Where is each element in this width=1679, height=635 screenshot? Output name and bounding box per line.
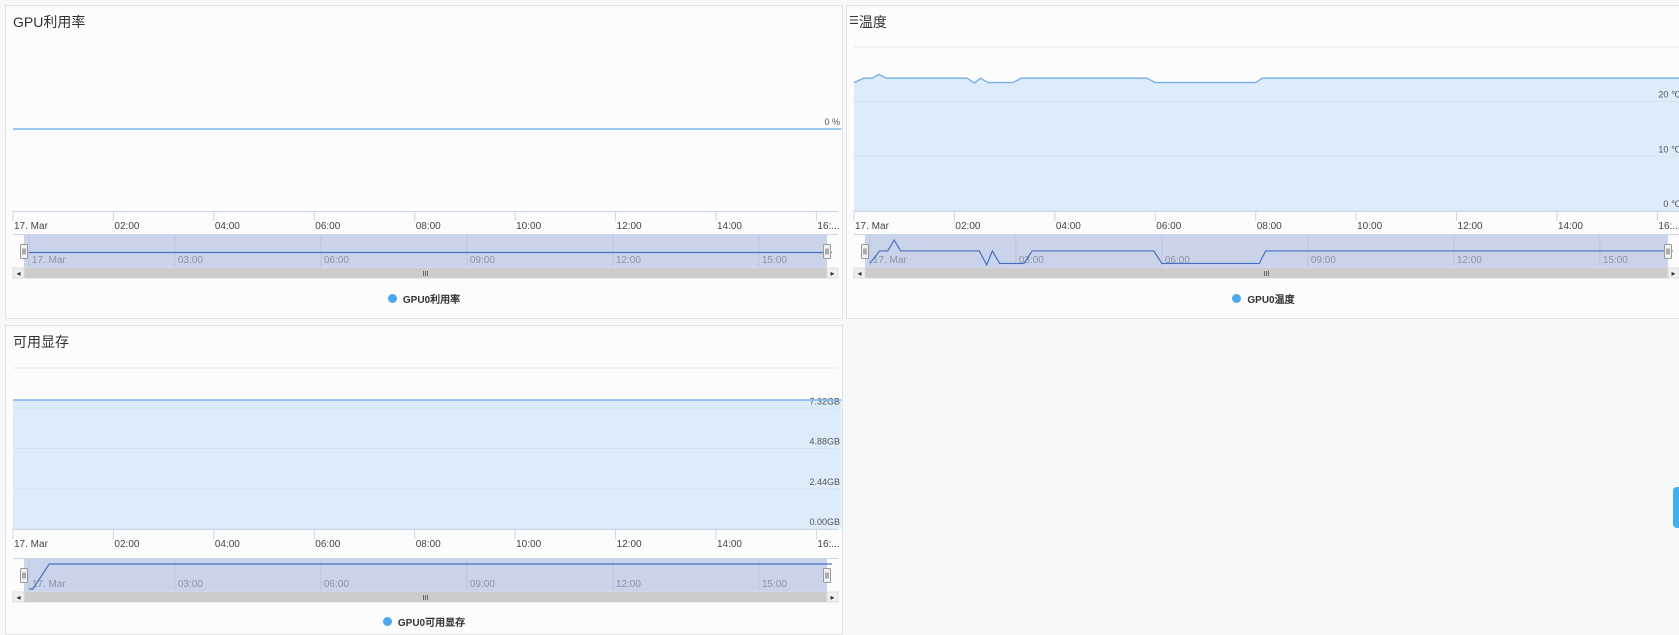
navigator-right-handle[interactable] bbox=[823, 244, 831, 259]
x-tick-label: 06:00 bbox=[315, 539, 340, 550]
y-tick-label: 7.32GB bbox=[809, 396, 840, 406]
navigator-tick-label: 12:00 bbox=[1457, 255, 1482, 266]
navigator-tick-label: 06:00 bbox=[324, 255, 349, 266]
y-tick-label: 0 % bbox=[824, 117, 840, 127]
navigator-tick-label: 17. Mar bbox=[873, 255, 908, 266]
y-tick-label: 4.88GB bbox=[809, 437, 840, 447]
navigator-tick-label: 09:00 bbox=[1311, 255, 1336, 266]
legend-item[interactable]: GPU0温度 bbox=[847, 291, 1679, 306]
navigator-tick-label: 15:00 bbox=[1603, 255, 1628, 266]
navigator-tick-label: 12:00 bbox=[616, 255, 641, 266]
navigator-tick-label: 15:00 bbox=[762, 255, 787, 266]
legend-item[interactable]: GPU0利用率 bbox=[6, 291, 842, 306]
navigator-left-handle[interactable] bbox=[20, 568, 28, 583]
navigator-tick-label: 09:00 bbox=[470, 579, 495, 590]
legend-label: GPU0可用显存 bbox=[397, 618, 466, 629]
x-tick-label: 04:00 bbox=[215, 539, 240, 550]
navigator-left-handle[interactable] bbox=[861, 244, 869, 259]
navigator-right-handle[interactable] bbox=[1664, 244, 1672, 259]
scroll-left-arrow-icon: ◂ bbox=[16, 593, 20, 602]
legend-item[interactable]: GPU0可用显存 bbox=[6, 614, 842, 629]
x-tick-label: 08:00 bbox=[1257, 221, 1282, 232]
x-tick-label: 06:00 bbox=[1156, 221, 1181, 232]
y-tick-label: 10 ℃ bbox=[1658, 144, 1679, 154]
x-tick-label: 14:00 bbox=[717, 539, 742, 550]
legend-dot bbox=[382, 617, 392, 626]
x-tick-label: 16:... bbox=[817, 539, 839, 550]
temperature-panel: ☰温度 0 ℃10 ℃20 ℃17. Mar02:0004:0006:0008:… bbox=[846, 5, 1679, 319]
navigator-left-handle[interactable] bbox=[20, 244, 28, 259]
navigator-tick-label: 03:00 bbox=[178, 255, 203, 266]
x-tick-label: 04:00 bbox=[215, 221, 240, 232]
scroll-right-arrow-icon: ▸ bbox=[1671, 269, 1675, 278]
navigator-tick-label: 03:00 bbox=[1019, 255, 1044, 266]
x-tick-label: 08:00 bbox=[416, 539, 441, 550]
y-tick-label: 0 ℃ bbox=[1663, 199, 1679, 209]
scroll-right-arrow-icon: ▸ bbox=[830, 593, 834, 602]
y-tick-label: 0.00GB bbox=[809, 517, 840, 527]
navigator-tick-label: 15:00 bbox=[762, 579, 787, 590]
x-tick-label: 02:00 bbox=[955, 221, 980, 232]
gpu-utilization-panel: GPU利用率 0 % 17. Mar 02:00 04:00 06:00 08:00 10:… bbox=[5, 5, 843, 319]
series-area bbox=[854, 74, 1679, 211]
x-tick-label: 12:00 bbox=[1458, 221, 1483, 232]
scrollbar-grip-icon: III bbox=[1264, 271, 1270, 278]
x-tick-label: 12:00 bbox=[617, 539, 642, 550]
navigator-tick-label: 17. Mar bbox=[32, 579, 67, 590]
scroll-right-arrow-icon: ▸ bbox=[830, 269, 834, 278]
x-tick-label: 12:00 bbox=[617, 221, 642, 232]
x-tick-label: 10:00 bbox=[1357, 221, 1382, 232]
x-tick-label: 14:00 bbox=[1558, 221, 1583, 232]
x-tick-label: 16:... bbox=[1658, 221, 1679, 232]
x-tick-label: 02:00 bbox=[114, 221, 139, 232]
navigator-selection bbox=[24, 235, 827, 268]
x-tick-label: 08:00 bbox=[416, 221, 441, 232]
navigator-right-handle[interactable] bbox=[823, 568, 831, 583]
gpu-utilization-chart: 0 % 17. Mar 02:00 04:00 06:00 08:00 10:00 12:00… bbox=[12, 117, 842, 279]
x-tick-label: 14:00 bbox=[717, 221, 742, 232]
legend-label: GPU0利用率 bbox=[402, 295, 461, 306]
scrollbar-grip-icon: III bbox=[423, 595, 429, 602]
navigator-tick-label: 06:00 bbox=[1165, 255, 1190, 266]
series-area bbox=[13, 400, 842, 529]
y-tick-label: 2.44GB bbox=[809, 477, 840, 487]
x-tick-label: 10:00 bbox=[516, 221, 541, 232]
side-drawer-tab[interactable] bbox=[1673, 487, 1679, 528]
scroll-left-arrow-icon: ◂ bbox=[16, 269, 20, 278]
legend-dot bbox=[1232, 294, 1242, 303]
scroll-left-arrow-icon: ◂ bbox=[857, 269, 861, 278]
x-tick-label: 06:00 bbox=[315, 221, 340, 232]
x-tick-label: 16:... bbox=[817, 221, 839, 232]
navigator-tick-label: 03:00 bbox=[178, 579, 203, 590]
x-tick-label: 10:00 bbox=[516, 539, 541, 550]
available-memory-chart: 0.00GB 2.44GB 4.88GB 7.32GB 17. Mar 02:00 04:0… bbox=[12, 367, 842, 603]
temperature-chart: 0 ℃ 10 ℃ 20 ℃ 17. Mar 02:00 04:00 06:00 08:00 10… bbox=[853, 46, 1679, 279]
navigator-tick-label: 06:00 bbox=[324, 579, 349, 590]
x-tick-label: 02:00 bbox=[114, 539, 139, 550]
legend-dot bbox=[387, 294, 397, 303]
scrollbar-grip-icon: III bbox=[423, 271, 429, 278]
x-tick-label: 04:00 bbox=[1056, 221, 1081, 232]
available-memory-panel: 可用显存 0.00GB 2.44GB 4.88GB 7.32GB 17. Mar 02:0… bbox=[5, 325, 843, 635]
x-tick-label: 17. Mar bbox=[14, 539, 49, 550]
navigator-tick-label: 09:00 bbox=[470, 255, 495, 266]
navigator-tick-label: 12:00 bbox=[616, 579, 641, 590]
navigator-tick-label: 17. Mar bbox=[32, 255, 67, 266]
x-tick-label: 17. Mar bbox=[14, 221, 49, 232]
legend-label: GPU0温度 bbox=[1247, 295, 1295, 306]
y-tick-label: 20 ℃ bbox=[1658, 90, 1679, 100]
x-tick-label: 17. Mar bbox=[855, 221, 890, 232]
